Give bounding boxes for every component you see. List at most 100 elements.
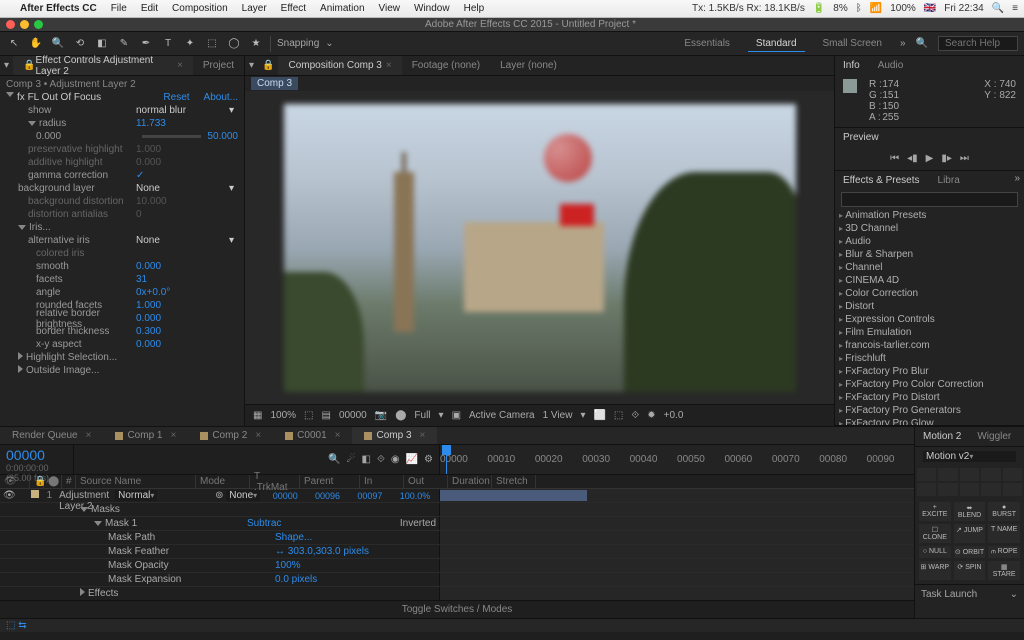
timeline-tab[interactable]: Comp 2× [188,427,273,444]
lock-icon[interactable]: 🔒 [23,60,35,71]
menu-window[interactable]: Window [414,3,450,14]
close-window-icon[interactable] [6,20,15,29]
tab-project[interactable]: Project [193,56,244,75]
viewer-lock-icon[interactable]: 🔒 [258,60,278,71]
motion-action-button[interactable]: ⊙ ORBIT [954,546,986,558]
motion-action-button[interactable]: ⬌ BLEND [954,502,986,521]
breadcrumb[interactable]: Comp 3 [251,77,298,90]
visibility-toggle[interactable]: 👁 [0,490,14,501]
property-name[interactable]: Masks [76,504,258,515]
workspace-standard[interactable]: Standard [748,36,805,52]
tab-libraries[interactable]: Libra [934,173,964,188]
ep-category[interactable]: Audio [835,235,1024,248]
toggle-switches-modes[interactable]: Toggle Switches / Modes [0,600,914,618]
disclosure-icon[interactable] [18,225,26,230]
col-parent[interactable]: Parent [300,475,360,488]
ep-category[interactable]: FxFactory Pro Glow [835,417,1024,425]
exposure-value[interactable]: +0.0 [664,410,684,421]
ec-value[interactable]: 0.300 [136,326,161,337]
tab-footage[interactable]: Footage (none) [402,56,490,75]
playhead[interactable] [446,445,447,474]
tl-brainstorm-icon[interactable]: ⚙ [424,454,433,465]
tab-audio[interactable]: Audio [874,58,908,73]
ec-value[interactable]: 31 [136,274,147,285]
ep-search-input[interactable] [841,192,1018,207]
col-dur[interactable]: Duration [448,475,492,488]
last-frame-icon[interactable]: ⏭ [960,153,969,164]
disclosure-icon[interactable] [80,507,88,512]
menu-help[interactable]: Help [464,3,485,14]
ep-category[interactable]: Blur & Sharpen [835,248,1024,261]
property-value[interactable]: Shape... [272,532,439,543]
motion-action-button[interactable]: ● BURST [988,502,1020,521]
effect-reset-link[interactable]: Reset [163,92,189,103]
text-tool-icon[interactable]: T [160,36,176,52]
camera-dd[interactable]: Active Camera [469,410,535,421]
menu-edit[interactable]: Edit [141,3,158,14]
motion-action-button[interactable]: ○ NULL [919,546,951,558]
effect-name[interactable]: FL Out Of Focus [28,92,102,103]
camera-tool-icon[interactable]: ◧ [94,36,110,52]
search-help-input[interactable] [938,36,1018,51]
property-value[interactable]: 100% [272,560,439,571]
brush-tool-icon[interactable]: ✦ [182,36,198,52]
mask-icon[interactable]: ▣ [452,410,461,421]
draft3d-icon[interactable]: ⟐ [631,410,639,421]
disclosure-icon[interactable] [18,352,23,360]
menu-effect[interactable]: Effect [281,3,306,14]
tl-motionblur-icon[interactable]: ◉ [391,454,400,465]
col-stretch[interactable]: Stretch [492,475,536,488]
tl-shy-icon[interactable]: ☄ [347,454,356,465]
app-name[interactable]: After Effects CC [20,3,97,14]
star-tool-icon[interactable]: ★ [248,36,264,52]
ep-category[interactable]: FxFactory Pro Distort [835,391,1024,404]
property-name[interactable]: Mask Path [76,532,272,543]
ep-category[interactable]: Expression Controls [835,313,1024,326]
motion-preset-dd[interactable]: Motion v2 [923,451,1016,462]
disclosure-icon[interactable] [80,588,85,596]
time-ruler[interactable]: 0000000010000200003000040000500006000070… [440,445,914,474]
parent-dd[interactable]: None [226,490,260,501]
tl-graph-icon[interactable]: 📈 [406,454,418,465]
exposure-icon[interactable]: ✹ [647,410,655,421]
bluetooth-icon[interactable]: ᛒ [856,3,862,14]
col-out[interactable]: Out [404,475,448,488]
workspace-essentials[interactable]: Essentials [676,36,738,51]
ec-value[interactable]: 0 [136,209,142,220]
rect-tool-icon[interactable]: ⬚ [204,36,220,52]
ep-category[interactable]: francois-tarlier.com [835,339,1024,352]
tab-layer[interactable]: Layer (none) [490,56,567,75]
ep-category[interactable]: FxFactory Pro Generators [835,404,1024,417]
first-frame-icon[interactable]: ⏮ [890,153,899,164]
menu-file[interactable]: File [111,3,127,14]
motion-action-button[interactable]: ↗ JUMP [954,524,986,543]
resolution-dd[interactable]: Full [414,410,430,421]
close-tab-icon[interactable]: × [177,60,183,71]
ec-value[interactable]: 0.000 [136,261,161,272]
tl-draft3d-icon[interactable]: ◧ [362,454,371,465]
ep-category[interactable]: FxFactory Pro Blur [835,365,1024,378]
viewer-menu-icon[interactable]: ▾ [245,60,258,71]
ep-category[interactable]: FxFactory Pro Color Correction [835,378,1024,391]
ellipse-tool-icon[interactable]: ◯ [226,36,242,52]
selection-tool-icon[interactable]: ↖ [6,36,22,52]
snapshot-icon[interactable]: 📷 [375,410,387,421]
tab-effect-controls[interactable]: 🔒 Effect Controls Adjustment Layer 2 × [13,56,193,75]
hand-tool-icon[interactable]: ✋ [28,36,44,52]
close-comp-tab-icon[interactable]: × [386,60,392,71]
zoom-value[interactable]: 100% [270,410,296,421]
tab-composition[interactable]: Composition Comp 3× [278,56,401,75]
ec-value[interactable]: 1.000 [136,144,161,155]
ec-dropdown[interactable]: normal blur▾ [136,105,238,116]
menu-view[interactable]: View [379,3,401,14]
col-source[interactable]: Source Name [76,475,196,488]
pen-tool-icon[interactable]: ✒ [138,36,154,52]
minimize-window-icon[interactable] [20,20,29,29]
ep-category[interactable]: Film Emulation [835,326,1024,339]
ec-value[interactable]: 1.000 [136,300,161,311]
effect-disclosure-icon[interactable] [6,92,14,97]
panbehind-tool-icon[interactable]: ✎ [116,36,132,52]
disclosure-icon[interactable] [28,121,36,126]
tasklaunch-chevron-icon[interactable]: ⌄ [1010,589,1018,600]
views-dd[interactable]: 1 View [543,410,573,421]
